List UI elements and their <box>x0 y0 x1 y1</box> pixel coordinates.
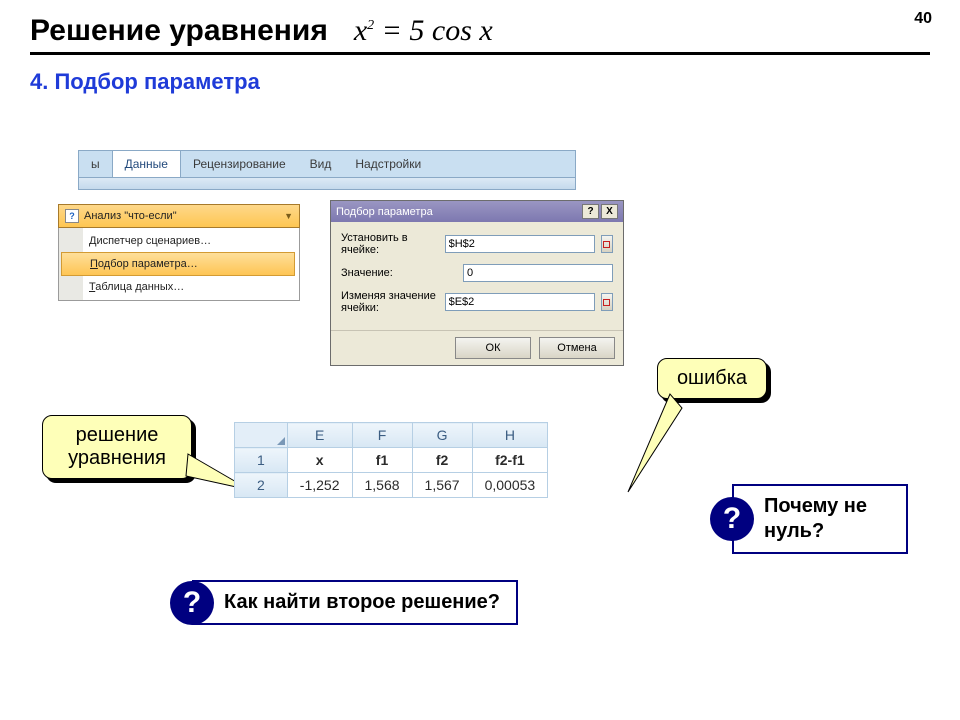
equation: x2 = 5 cos x <box>354 14 493 48</box>
cell[interactable]: 1,567 <box>412 473 472 498</box>
divider <box>30 52 930 55</box>
row-header[interactable]: 2 <box>235 473 288 498</box>
slide-title: Решение уравнения <box>30 14 328 48</box>
menu-item-goalseek[interactable]: Подбор параметра… <box>61 252 295 276</box>
row-header[interactable]: 1 <box>235 448 288 473</box>
label-set-cell: Установить в ячейке: <box>341 232 439 256</box>
menu-item-scenarios[interactable]: Диспетчер сценариев… <box>59 230 297 252</box>
dialog-close-button[interactable]: X <box>601 204 618 219</box>
section-heading: 4. Подбор параметра <box>30 69 930 95</box>
question-mark-icon: ? <box>710 497 754 541</box>
tab-addins[interactable]: Надстройки <box>343 151 433 177</box>
whatif-icon: ? <box>65 209 79 223</box>
spreadsheet: E F G H 1 x f1 f2 f2-f1 2 -1,252 1,568 1… <box>234 422 548 498</box>
col-header[interactable]: F <box>352 423 412 448</box>
range-picker-icon[interactable] <box>601 235 613 253</box>
cell[interactable]: f2-f1 <box>472 448 548 473</box>
tab-review[interactable]: Рецензирование <box>181 151 298 177</box>
menu-item-datatable[interactable]: Таблица данных… <box>59 276 297 298</box>
question-why-not-zero: ? Почему не нуль? <box>710 484 908 554</box>
whatif-button[interactable]: ? Анализ "что-если" ▼ <box>58 204 300 228</box>
cell[interactable]: 0,00053 <box>472 473 548 498</box>
cell[interactable]: f1 <box>352 448 412 473</box>
whatif-dropdown: ? Анализ "что-если" ▼ Диспетчер сценарие… <box>58 204 300 301</box>
cell[interactable]: f2 <box>412 448 472 473</box>
tab-view[interactable]: Вид <box>298 151 344 177</box>
label-to-value: Значение: <box>341 267 457 279</box>
input-changing-cell[interactable] <box>445 293 595 311</box>
excel-ribbon: ы Данные Рецензирование Вид Надстройки <box>78 150 576 190</box>
cell[interactable]: -1,252 <box>287 473 352 498</box>
callout-solution: решение уравнения <box>42 415 192 479</box>
input-set-cell[interactable] <box>445 235 595 253</box>
whatif-label: Анализ "что-если" <box>84 210 177 222</box>
cell[interactable]: x <box>287 448 352 473</box>
goalseek-dialog: Подбор параметра ? X Установить в ячейке… <box>330 200 624 366</box>
cancel-button[interactable]: Отмена <box>539 337 615 359</box>
tab-fragment: ы <box>79 151 112 177</box>
col-header[interactable]: G <box>412 423 472 448</box>
cell[interactable]: 1,568 <box>352 473 412 498</box>
ok-button[interactable]: ОК <box>455 337 531 359</box>
dialog-title: Подбор параметра <box>336 206 433 218</box>
input-to-value[interactable] <box>463 264 613 282</box>
question-second-solution: ? Как найти второе решение? <box>170 580 518 625</box>
col-header[interactable]: H <box>472 423 548 448</box>
dialog-help-button[interactable]: ? <box>582 204 599 219</box>
question-text: Почему не нуль? <box>732 484 908 554</box>
label-changing-cell: Изменяя значение ячейки: <box>341 290 439 314</box>
select-all-corner[interactable] <box>235 423 288 448</box>
question-mark-icon: ? <box>170 581 214 625</box>
question-text: Как найти второе решение? <box>192 580 518 625</box>
col-header[interactable]: E <box>287 423 352 448</box>
chevron-down-icon: ▼ <box>284 211 293 221</box>
tab-data[interactable]: Данные <box>112 151 181 177</box>
page-number: 40 <box>914 10 932 28</box>
range-picker-icon[interactable] <box>601 293 613 311</box>
callout-tail <box>622 388 692 498</box>
